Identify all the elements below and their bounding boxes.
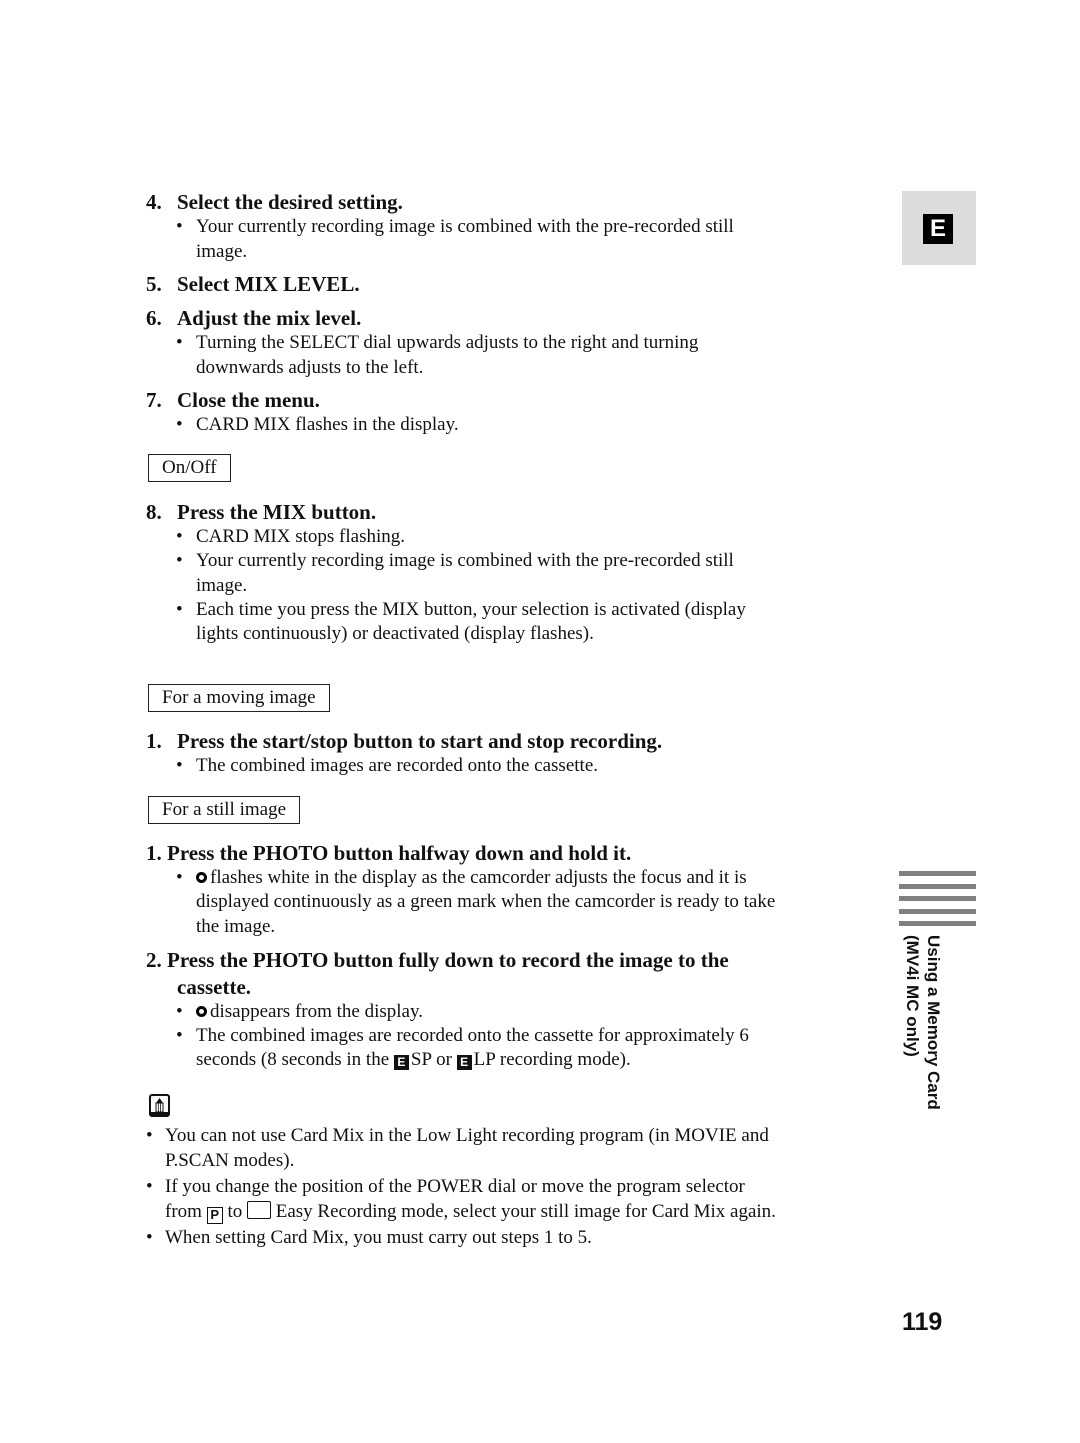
focus-mark-icon (196, 872, 207, 883)
bullet: • (176, 216, 183, 237)
bullet: • (176, 526, 183, 547)
bullet: • (176, 599, 183, 620)
language-letter: E (923, 214, 953, 244)
on-off-label: On/Off (148, 454, 231, 482)
step-8-bullet-3-line2: lights continuously) or deactivated (dis… (196, 623, 594, 644)
bullet: • (176, 332, 183, 353)
bullet: • (176, 550, 183, 571)
still-step-1-bullet-line1: flashes white in the display as the camc… (196, 866, 747, 890)
step-8-heading: 8. Press the MIX button. (146, 500, 377, 524)
step-5-heading: 5. Select MIX LEVEL. (146, 272, 360, 296)
section-title: Using a Memory Card (MV4i MC only) (903, 935, 943, 1110)
step-6-bullet-line1: Turning the SELECT dial upwards adjusts … (196, 332, 699, 353)
bullet: • (146, 1227, 153, 1248)
step-8-bullet-3-line1: Each time you press the MIX button, your… (196, 599, 746, 620)
note-1-line2: P.SCAN modes). (165, 1150, 295, 1171)
bullet: • (146, 1176, 153, 1197)
still-step-2-bullet-2-line1: The combined images are recorded onto th… (196, 1025, 749, 1046)
language-tab: E (902, 191, 976, 265)
bullet: • (176, 414, 183, 435)
note-2-line2: from P to Easy Recording mode, select yo… (165, 1201, 776, 1224)
focus-mark-icon (196, 1006, 207, 1017)
bullet: • (176, 867, 183, 888)
still-step-1-bullet-line3: the image. (196, 916, 276, 937)
note-3: When setting Card Mix, you must carry ou… (165, 1227, 592, 1248)
moving-image-label: For a moving image (148, 684, 330, 712)
step-6-bullet-line2: downwards adjusts to the left. (196, 357, 424, 378)
section-stripes (899, 871, 976, 934)
e-mode-icon: E (456, 1055, 472, 1070)
program-p-icon: P (206, 1207, 223, 1224)
moving-step-1-heading: 1. Press the start/stop button to start a… (146, 729, 663, 753)
bullet: • (176, 755, 183, 776)
note-2-line1: If you change the position of the POWER … (165, 1176, 745, 1197)
bullet: • (146, 1125, 153, 1146)
moving-step-1-bullet: The combined images are recorded onto th… (196, 755, 598, 776)
note-1-line1: You can not use Card Mix in the Low Ligh… (165, 1125, 769, 1146)
still-step-2-heading-line2: cassette. (177, 975, 252, 999)
page-number: 119 (902, 1308, 943, 1336)
step-8-bullet-2-line2: image. (196, 575, 248, 596)
step-4-bullet-line1: Your currently recording image is combin… (196, 216, 734, 237)
still-step-2-bullet-1: disappears from the display. (196, 1000, 423, 1024)
still-step-2-heading-line1: 2. Press the PHOTO button fully down to … (146, 948, 729, 972)
step-8-bullet-1: CARD MIX stops flashing. (196, 526, 406, 547)
bullet: • (176, 1001, 183, 1022)
bullet: • (176, 1025, 183, 1046)
step-8-bullet-2-line1: Your currently recording image is combin… (196, 550, 734, 571)
step-4-heading: 4. Select the desired setting. (146, 190, 403, 214)
e-mode-icon: E (393, 1055, 409, 1070)
still-step-1-bullet-line2: displayed continuously as a green mark w… (196, 891, 776, 912)
still-image-label: For a still image (148, 796, 301, 824)
step-7-bullet: CARD MIX flashes in the display. (196, 414, 459, 435)
note-pencil-icon (149, 1094, 170, 1117)
still-step-2-bullet-2-line2: seconds (8 seconds in the E SP or E LP rec… (196, 1049, 631, 1070)
easy-recording-icon (246, 1201, 271, 1219)
step-4-bullet-line2: image. (196, 241, 248, 262)
step-7-heading: 7. Close the menu. (146, 388, 320, 412)
still-step-1-heading: 1. Press the PHOTO button halfway down a… (146, 841, 632, 865)
step-6-heading: 6. Adjust the mix level. (146, 306, 362, 330)
